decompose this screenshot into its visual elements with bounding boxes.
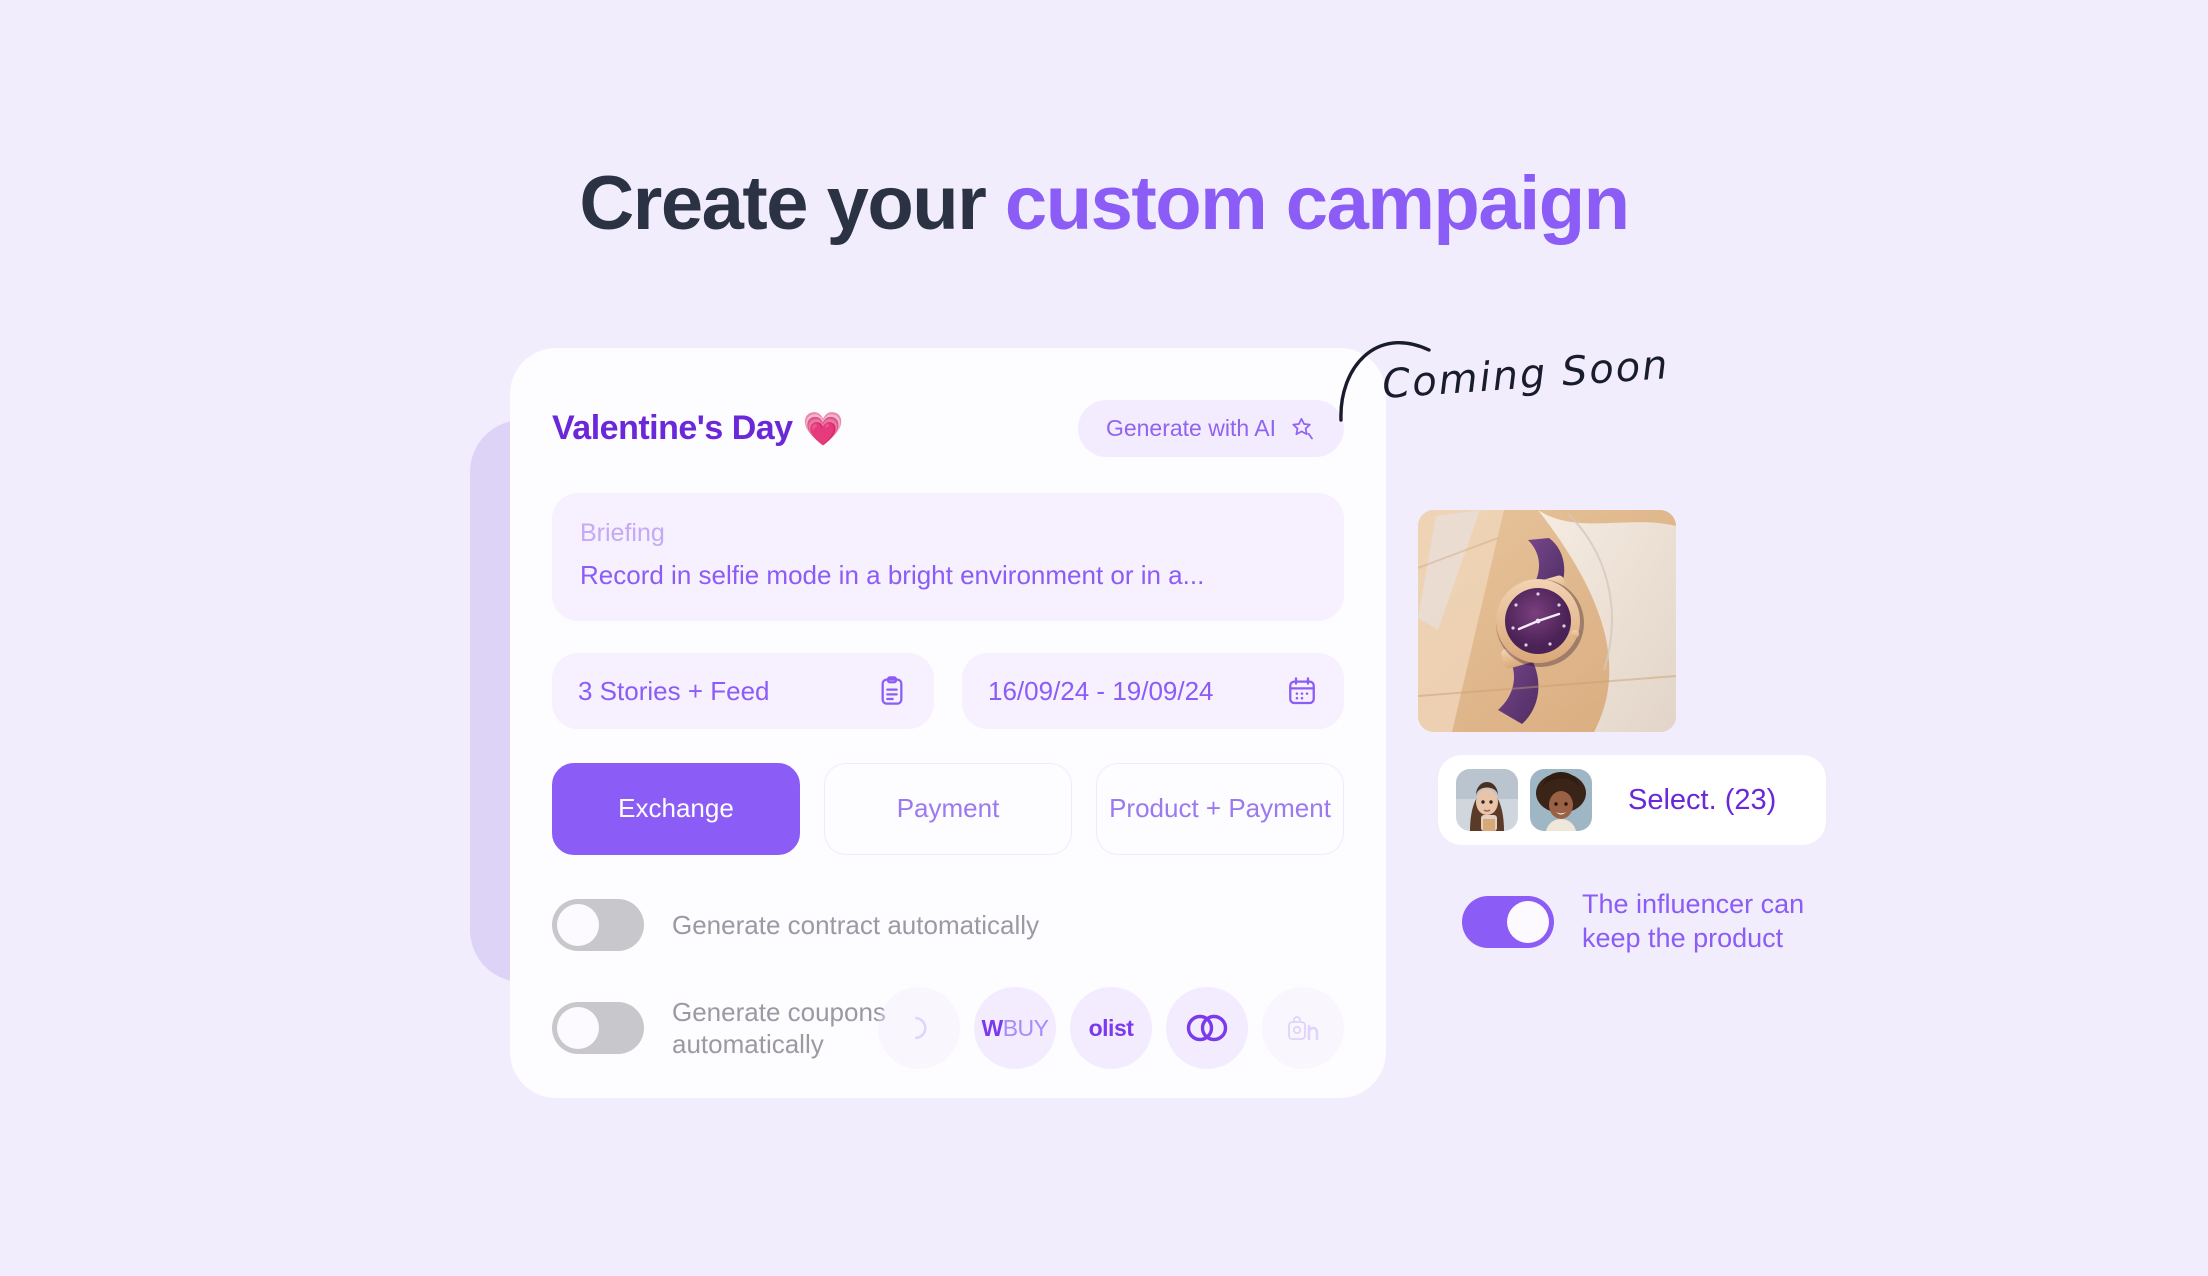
loop-logo[interactable] (1166, 987, 1248, 1069)
select-influencers-card[interactable]: Select. (23) (1438, 755, 1826, 845)
product-image (1418, 510, 1676, 732)
page-root: Create your custom campaign Valentine's … (0, 0, 2208, 1276)
page-title-accent: custom campaign (1004, 161, 1630, 246)
tab-product-payment[interactable]: Product + Payment (1096, 763, 1344, 855)
card-header: Valentine's Day 💗 Generate with AI (552, 400, 1344, 457)
deliverables-value: 3 Stories + Feed (578, 675, 770, 706)
keep-product-label-line2: keep the product (1582, 922, 1784, 953)
generate-coupons-row: Generate coupons automatically WBUY olis… (552, 987, 1344, 1069)
heart-emoji-icon: 💗 (802, 410, 844, 447)
toggle-knob (557, 904, 599, 946)
integration-logos: WBUY olist (878, 987, 1344, 1069)
generate-contract-row: Generate contract automatically (552, 899, 1344, 951)
partner-logo-faded-left[interactable] (878, 987, 960, 1069)
calendar-icon (1286, 675, 1318, 707)
olist-logo-text: olist (1088, 1014, 1134, 1041)
wbuy-logo[interactable]: WBUY (974, 987, 1056, 1069)
tab-payment[interactable]: Payment (824, 763, 1072, 855)
olist-logo[interactable]: olist (1070, 987, 1152, 1069)
generate-contract-toggle[interactable] (552, 899, 644, 951)
page-title-lead: Create your (579, 161, 1005, 246)
generate-coupons-label: Generate coupons automatically (672, 996, 886, 1060)
select-count-label: Select. (23) (1628, 783, 1777, 816)
keep-product-label: The influencer can keep the product (1582, 888, 1804, 956)
date-range-value: 16/09/24 - 19/09/24 (988, 675, 1214, 706)
briefing-label: Briefing (580, 519, 665, 547)
toggle-knob (1507, 900, 1549, 943)
wbuy-logo-bold: W (981, 1014, 1003, 1041)
generate-with-ai-label: Generate with AI (1105, 415, 1276, 441)
date-range-field[interactable]: 16/09/24 - 19/09/24 (962, 653, 1344, 729)
tab-exchange[interactable]: Exchange (552, 763, 800, 855)
bagy-logo-faded-right[interactable] (1262, 987, 1344, 1069)
page-title: Create your custom campaign (0, 160, 2208, 247)
deliverables-field[interactable]: 3 Stories + Feed (552, 653, 934, 729)
generate-contract-label: Generate contract automatically (672, 909, 1040, 940)
campaign-name: Valentine's Day 💗 (552, 409, 844, 448)
compensation-type-tabs: Exchange Payment Product + Payment (552, 763, 1344, 855)
keep-product-label-line1: The influencer can (1582, 889, 1805, 919)
campaign-fields-row: 3 Stories + Feed 16/09/24 - 19/09/24 (552, 653, 1344, 729)
generate-with-ai-button[interactable]: Generate with AI (1077, 400, 1344, 457)
toggle-knob (557, 1007, 599, 1049)
briefing-field[interactable]: Briefing Record in selfie mode in a brig… (552, 493, 1344, 621)
sparkle-star-icon (1290, 416, 1316, 442)
briefing-value: Record in selfie mode in a bright enviro… (580, 560, 1205, 590)
keep-product-toggle[interactable] (1462, 895, 1554, 948)
keep-product-row: The influencer can keep the product (1462, 888, 1804, 956)
generate-coupons-toggle[interactable] (552, 1002, 644, 1054)
campaign-form-card: Valentine's Day 💗 Generate with AI Brief… (510, 348, 1386, 1098)
campaign-name-text: Valentine's Day (552, 409, 793, 447)
wbuy-logo-thin: BUY (1002, 1014, 1049, 1041)
influencer-avatar-2 (1530, 769, 1592, 831)
clipboard-icon (876, 675, 908, 707)
influencer-avatar-1 (1456, 769, 1518, 831)
